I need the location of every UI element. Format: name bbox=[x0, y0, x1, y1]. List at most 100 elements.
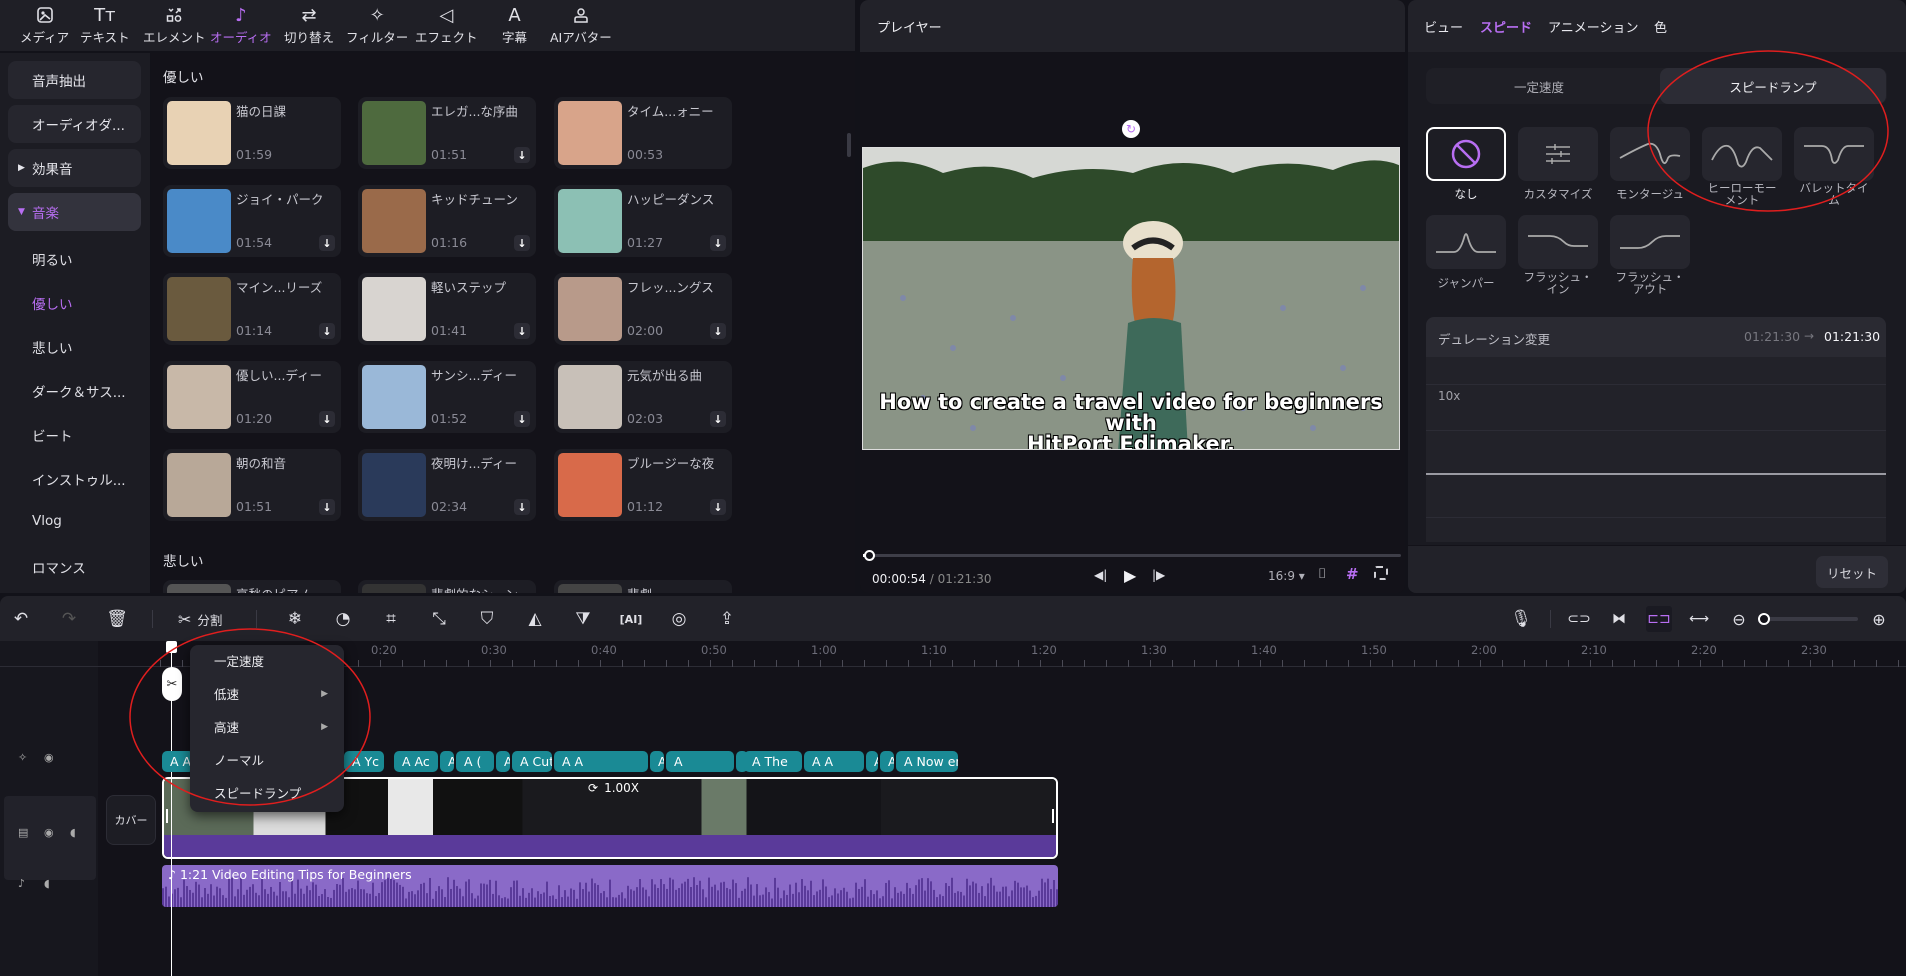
tool-media[interactable]: メディア bbox=[20, 4, 69, 50]
tool-ai-avatar[interactable]: AIアバター bbox=[550, 4, 612, 50]
sidebar-item-extract-audio[interactable]: 音声抽出 bbox=[8, 61, 141, 99]
sidebar-sub-gentle[interactable]: 優しい bbox=[32, 293, 73, 313]
track-card[interactable]: 元気が出る曲 02:03 ↓ bbox=[554, 361, 732, 433]
download-icon[interactable]: ↓ bbox=[319, 499, 335, 515]
ai-icon[interactable]: [AI] bbox=[618, 606, 644, 632]
mirror-icon[interactable]: ◭ bbox=[522, 606, 548, 632]
download-icon[interactable]: ↓ bbox=[514, 411, 530, 427]
subtitle-clip[interactable]: A A bbox=[440, 751, 454, 772]
subtitle-clip[interactable]: A Twea bbox=[650, 751, 664, 772]
subtitle-clip[interactable]: A ( bbox=[456, 751, 494, 772]
sidebar-sub-romance[interactable]: ロマンス bbox=[32, 557, 86, 577]
track-card[interactable]: 優しい...ディー 01:20 ↓ bbox=[163, 361, 341, 433]
track-card[interactable]: ブルージーな夜 01:12 ↓ bbox=[554, 449, 732, 521]
track-card[interactable]: 悲劇的なシーン bbox=[358, 580, 536, 593]
track-card[interactable]: 悲劇 bbox=[554, 580, 732, 593]
snap-icon[interactable]: ⧓ bbox=[1606, 606, 1632, 632]
track-card[interactable]: 朝の和音 01:51 ↓ bbox=[163, 449, 341, 521]
subtitle-clip[interactable]: A A bbox=[866, 751, 878, 772]
playback-progress-track[interactable] bbox=[863, 550, 1401, 561]
face-icon[interactable]: ◎ bbox=[666, 606, 692, 632]
download-icon[interactable]: ↓ bbox=[710, 323, 726, 339]
zoom-in-icon[interactable]: ⊕ bbox=[1866, 606, 1892, 632]
speed-ramp-graph[interactable]: 10x bbox=[1426, 357, 1886, 542]
play-icon[interactable]: ▶ bbox=[1124, 566, 1136, 585]
grid-icon[interactable]: # bbox=[1346, 565, 1359, 583]
track-card[interactable]: ジョイ・パーク 01:54 ↓ bbox=[163, 185, 341, 257]
flip-icon[interactable]: ⧩ bbox=[570, 606, 596, 632]
split-view-icon[interactable]: ⊏⊐ bbox=[1646, 606, 1672, 632]
visibility-icon[interactable]: ◉ bbox=[44, 826, 54, 839]
resize-icon[interactable]: ⤡ bbox=[426, 606, 452, 632]
tab-speed[interactable]: スピード bbox=[1480, 17, 1532, 36]
link-icon[interactable]: ⊂⊃ bbox=[1566, 606, 1592, 632]
crop-icon[interactable]: ⌗ bbox=[378, 606, 404, 632]
track-card[interactable]: フレッ...ングス 02:00 ↓ bbox=[554, 273, 732, 345]
audio-clip[interactable]: ♪ 1:21 Video Editing Tips for Beginners bbox=[162, 865, 1058, 907]
preset-none[interactable] bbox=[1426, 127, 1506, 181]
speed-curve-line[interactable] bbox=[1426, 473, 1886, 475]
track-card[interactable]: 猫の日課 01:59 bbox=[163, 97, 341, 169]
volume-icon[interactable]: ◖ bbox=[70, 826, 76, 839]
subtitle-clip[interactable]: A A bbox=[804, 751, 864, 772]
tool-text[interactable]: Tт テキスト bbox=[80, 4, 130, 50]
track-card[interactable]: エレガ...な序曲 01:51 ↓ bbox=[358, 97, 536, 169]
track-card[interactable]: 哀愁のピアノ bbox=[163, 580, 341, 593]
sidebar-item-audio-download[interactable]: オーディオダ... bbox=[8, 105, 141, 143]
snapshot-icon[interactable]: ⌷ bbox=[1318, 566, 1326, 582]
subtitle-clip[interactable]: A The bbox=[744, 751, 802, 772]
redo-icon[interactable]: ↷ bbox=[56, 606, 82, 632]
subtitle-clip[interactable]: A A bbox=[496, 751, 510, 772]
sidebar-sub-instrumental[interactable]: インストゥル... bbox=[32, 469, 126, 489]
track-card[interactable]: タイム...ォニー 00:53 bbox=[554, 97, 732, 169]
tool-subtitle[interactable]: A 字幕 bbox=[502, 4, 527, 50]
sidebar-item-music[interactable]: ▼ 音楽 bbox=[8, 193, 141, 231]
track-card[interactable]: 夜明け...ディー 02:34 ↓ bbox=[358, 449, 536, 521]
export-clip-icon[interactable]: ⇪ bbox=[714, 606, 740, 632]
zoom-out-icon[interactable]: ⊖ bbox=[1726, 606, 1752, 632]
sidebar-sub-dark-suspense[interactable]: ダーク＆サス... bbox=[32, 381, 126, 401]
track-card[interactable]: 軽いステップ 01:41 ↓ bbox=[358, 273, 536, 345]
download-icon[interactable]: ↓ bbox=[319, 235, 335, 251]
track-card[interactable]: ハッピーダンス 01:27 ↓ bbox=[554, 185, 732, 257]
track-card[interactable]: サンシ...ディー 01:52 ↓ bbox=[358, 361, 536, 433]
subtitle-clip[interactable]: A A bbox=[554, 751, 648, 772]
subtitle-clip[interactable]: A Ac bbox=[394, 751, 438, 772]
sidebar-item-sound-effects[interactable]: ▶ 効果音 bbox=[8, 149, 141, 187]
prev-frame-icon[interactable]: ◀| bbox=[1094, 568, 1108, 586]
download-icon[interactable]: ↓ bbox=[710, 499, 726, 515]
zoom-slider[interactable] bbox=[1758, 613, 1858, 625]
video-preview[interactable]: How to create a travel video for beginne… bbox=[862, 147, 1400, 450]
fullscreen-icon[interactable] bbox=[1374, 566, 1388, 580]
playback-scrubber[interactable] bbox=[863, 550, 875, 561]
download-icon[interactable]: ↓ bbox=[514, 323, 530, 339]
preset-flash-in[interactable] bbox=[1518, 215, 1598, 269]
download-icon[interactable]: ↓ bbox=[319, 323, 335, 339]
download-icon[interactable]: ↓ bbox=[514, 235, 530, 251]
library-scrollbar[interactable] bbox=[847, 133, 851, 157]
tool-effect[interactable]: ◁ エフェクト bbox=[415, 4, 478, 50]
tool-audio[interactable]: ♪ オーディオ bbox=[210, 4, 272, 50]
tab-animation[interactable]: アニメーション bbox=[1548, 17, 1638, 36]
sidebar-sub-bright[interactable]: 明るい bbox=[32, 249, 73, 269]
aspect-ratio-select[interactable]: 16:9 ▾ bbox=[1268, 569, 1305, 583]
microphone-icon[interactable]: 🎙 bbox=[1508, 606, 1534, 632]
subtitle-clip[interactable]: A Cut out wha bbox=[512, 751, 552, 772]
volume-icon[interactable]: ◖ bbox=[44, 877, 50, 890]
download-icon[interactable]: ↓ bbox=[710, 235, 726, 251]
subtitle-clip[interactable]: A bbox=[666, 751, 734, 772]
download-icon[interactable]: ↓ bbox=[514, 499, 530, 515]
subtitle-clip[interactable]: A Mod bbox=[880, 751, 894, 772]
fit-icon[interactable]: ⟷ bbox=[1686, 606, 1712, 632]
reset-button[interactable]: リセット bbox=[1816, 556, 1888, 588]
visibility-icon[interactable]: ◉ bbox=[44, 751, 54, 764]
undo-icon[interactable]: ↶ bbox=[8, 606, 34, 632]
zoom-slider-knob[interactable] bbox=[1758, 613, 1770, 625]
tool-element[interactable]: エレメント bbox=[143, 4, 206, 50]
tab-color[interactable]: 色 bbox=[1654, 17, 1667, 36]
download-icon[interactable]: ↓ bbox=[710, 411, 726, 427]
download-icon[interactable]: ↓ bbox=[319, 411, 335, 427]
tab-view[interactable]: ビュー bbox=[1424, 17, 1463, 36]
mask-icon[interactable]: ⛉ bbox=[474, 606, 500, 632]
rotate-handle-icon[interactable]: ↻ bbox=[1122, 120, 1140, 138]
